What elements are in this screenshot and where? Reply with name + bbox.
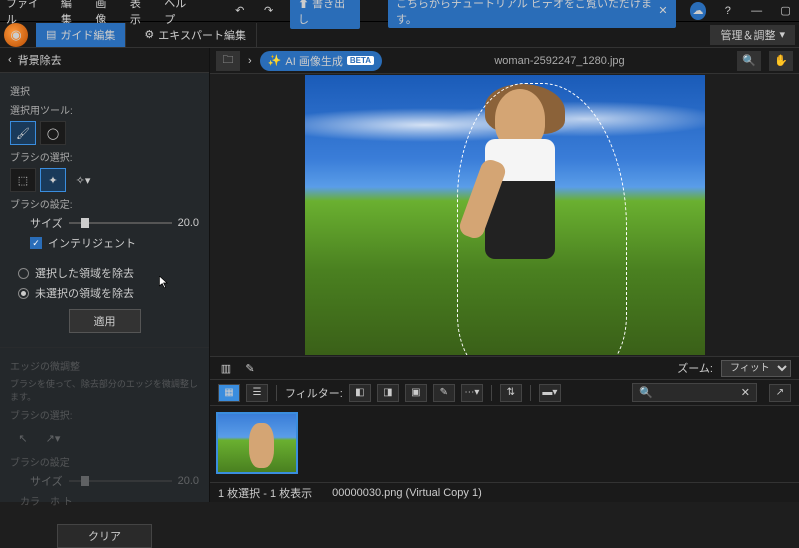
size2-value: 20.0 bbox=[178, 475, 199, 487]
ai-image-gen-button[interactable]: ✨AI 画像生成BETA bbox=[260, 51, 382, 71]
sort-icon[interactable]: ⇅ bbox=[500, 384, 522, 402]
external-icon[interactable]: ↗ bbox=[769, 384, 791, 402]
zoom-select[interactable]: フィット bbox=[721, 360, 791, 377]
pen-icon[interactable]: ✎ bbox=[242, 360, 258, 376]
tab-expert-edit[interactable]: ⚙エキスパート編集 bbox=[134, 23, 257, 47]
brush-select-label: ブラシの選択: bbox=[10, 149, 199, 164]
brush-mode-3[interactable]: ✧▾ bbox=[70, 168, 96, 192]
help-icon[interactable]: ? bbox=[720, 3, 735, 19]
filter-3[interactable]: ▣ bbox=[405, 384, 427, 402]
clear-button[interactable]: クリア bbox=[57, 524, 152, 548]
brush-settings-label: ブラシの設定: bbox=[10, 196, 199, 211]
manage-adjust-button[interactable]: 管理＆調整 ▾ bbox=[710, 25, 795, 45]
compare-icon[interactable]: ▥ bbox=[218, 360, 234, 376]
search-input[interactable] bbox=[657, 387, 737, 399]
view-list-icon[interactable]: ☰ bbox=[246, 384, 268, 402]
edge-brush-2: ↗▾ bbox=[40, 426, 66, 450]
brush-mode-1[interactable]: ⬚ bbox=[10, 168, 36, 192]
tab-guided-edit[interactable]: ▤ガイド編集 bbox=[36, 23, 126, 47]
remove-selected-radio[interactable]: 選択した領域を除去 bbox=[18, 265, 199, 281]
zoom-label: ズーム: bbox=[677, 360, 713, 376]
clear-search-icon[interactable]: ✕ bbox=[741, 386, 750, 399]
filter-label: フィルター: bbox=[285, 385, 343, 401]
image-preview bbox=[305, 75, 705, 355]
color-label: カラ ホ ト bbox=[20, 493, 199, 508]
ai-icon: ✨ bbox=[268, 54, 282, 67]
minimize-icon[interactable]: — bbox=[749, 3, 764, 19]
zoom-tool-icon[interactable]: 🔍 bbox=[737, 51, 761, 71]
status-filename: 00000030.png (Virtual Copy 1) bbox=[332, 487, 482, 499]
guide-icon: ▤ bbox=[46, 28, 56, 41]
brush-settings2-label: ブラシの設定 bbox=[10, 454, 199, 469]
filter-4[interactable]: ✎ bbox=[433, 384, 455, 402]
view-grid-icon[interactable]: ▦ bbox=[218, 384, 240, 402]
size-label: サイズ bbox=[30, 215, 63, 231]
filter-more[interactable]: ⋯▾ bbox=[461, 384, 483, 402]
select-tool-label: 選択用ツール: bbox=[10, 102, 199, 117]
selection-marquee bbox=[457, 83, 627, 355]
tutorial-banner[interactable]: こちらからチュートリアル ビデオをご覧いただけます。✕ bbox=[388, 0, 676, 28]
lasso-tool[interactable]: ◯ bbox=[40, 121, 66, 145]
size2-label: サイズ bbox=[30, 473, 63, 489]
brush-select2-label: ブラシの選択: bbox=[10, 407, 199, 422]
size2-slider bbox=[69, 480, 172, 482]
edge-refine-header: エッジの微調整 bbox=[10, 358, 199, 373]
export-button[interactable]: ⬆ 書き出し bbox=[290, 0, 360, 29]
undo-icon[interactable]: ↶ bbox=[232, 3, 247, 19]
search-icon: 🔍 bbox=[639, 386, 653, 399]
filter-2[interactable]: ◨ bbox=[377, 384, 399, 402]
select-label: 選択 bbox=[10, 83, 199, 98]
remove-unselected-radio[interactable]: 未選択の領域を除去 bbox=[18, 285, 199, 301]
chevron-down-icon: ▾ bbox=[779, 28, 785, 41]
search-box[interactable]: 🔍 ✕ bbox=[632, 383, 757, 402]
thumbnail-1[interactable] bbox=[216, 412, 298, 474]
maximize-icon[interactable]: ▢ bbox=[778, 3, 793, 19]
expert-icon: ⚙ bbox=[144, 28, 154, 41]
edge-refine-desc: ブラシを使って、除去部分のエッジを微調整します。 bbox=[10, 377, 199, 403]
canvas-area[interactable] bbox=[210, 74, 799, 356]
folder-icon[interactable]: 🗀 bbox=[216, 51, 240, 71]
brush-select-tool[interactable]: 🖌 bbox=[10, 121, 36, 145]
cloud-icon[interactable]: ☁ bbox=[690, 2, 707, 20]
back-icon[interactable]: ‹ bbox=[8, 54, 12, 66]
apply-button[interactable]: 適用 bbox=[69, 309, 141, 333]
export-icon: ⬆ bbox=[298, 0, 309, 10]
hand-tool-icon[interactable]: ✋ bbox=[769, 51, 793, 71]
size-slider[interactable] bbox=[69, 222, 172, 224]
edge-brush-1: ↖ bbox=[10, 426, 36, 450]
size-value: 20.0 bbox=[178, 217, 199, 229]
intelligent-checkbox[interactable]: ✓インテリジェント bbox=[30, 235, 199, 251]
filter-1[interactable]: ◧ bbox=[349, 384, 371, 402]
redo-icon[interactable]: ↷ bbox=[261, 3, 276, 19]
brush-mode-2[interactable]: ✦ bbox=[40, 168, 66, 192]
filename-label: woman-2592247_1280.jpg bbox=[390, 55, 729, 67]
status-selection: 1 枚選択 - 1 枚表示 bbox=[218, 485, 312, 501]
panel-title: 背景除去 bbox=[18, 52, 62, 68]
app-logo: ◉ bbox=[4, 23, 28, 47]
close-icon[interactable]: ✕ bbox=[658, 4, 667, 17]
chevron-right-icon: › bbox=[248, 55, 252, 67]
stack-icon[interactable]: ▬▾ bbox=[539, 384, 561, 402]
